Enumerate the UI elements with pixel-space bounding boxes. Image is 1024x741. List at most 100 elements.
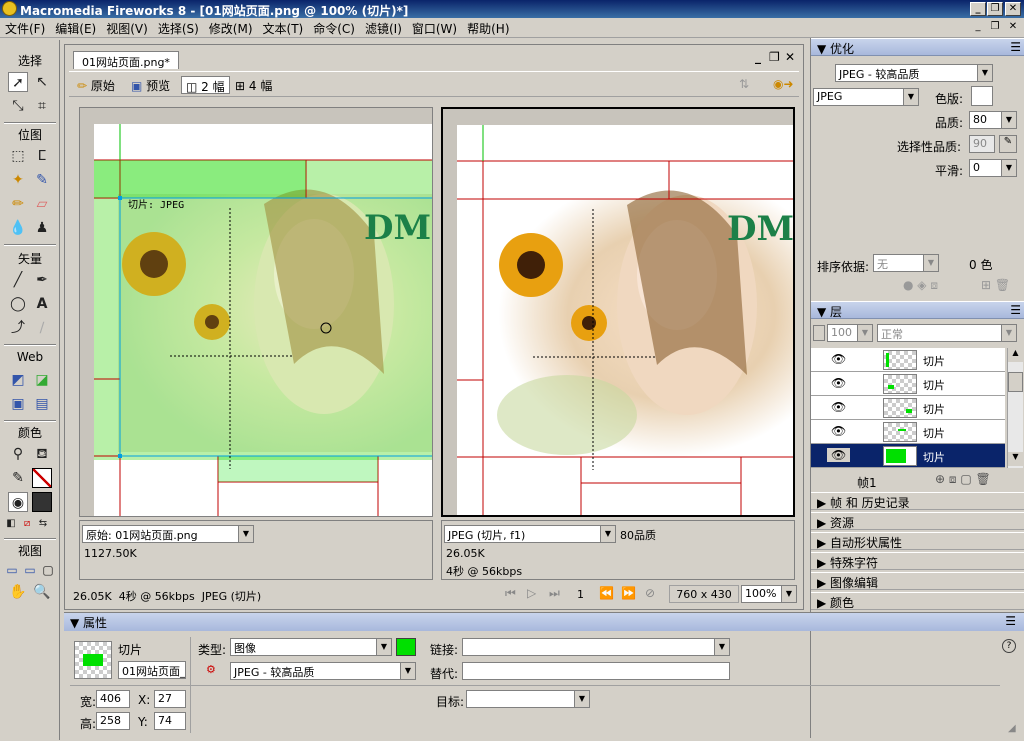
properties-header[interactable]: ▼ 属性 ☰ (64, 613, 1024, 631)
blend-mode-dropdown[interactable]: 正常 ▼ (877, 324, 1017, 342)
full-screen-menu-icon[interactable]: ▭ (22, 560, 38, 580)
eye-icon[interactable]: 👁 (831, 400, 846, 414)
zoom-dropdown[interactable]: 100% ▼ (741, 585, 797, 603)
export-preset-dropdown[interactable]: JPEG - 较高品质 ▼ (230, 662, 416, 680)
quality-input[interactable]: 80 ▼ (969, 111, 1017, 129)
layer-opacity-input[interactable]: 100 ▼ (827, 324, 873, 342)
eye-icon[interactable]: 👁 (831, 352, 846, 366)
link-input[interactable]: ▼ (462, 638, 730, 656)
optimize-format-dropdown[interactable]: JPEG ▼ (813, 88, 919, 106)
scroll-down-icon[interactable]: ▼ (1008, 452, 1023, 466)
panel-image-edit[interactable]: ▶ 图像编辑 (811, 572, 1024, 590)
first-frame-icon[interactable]: ⏮ (505, 586, 516, 601)
menu-help[interactable]: 帮助(H) (462, 18, 514, 39)
menu-window[interactable]: 窗口(W) (407, 18, 462, 39)
panel-special-chars[interactable]: ▶ 特殊字符 (811, 552, 1024, 570)
panel-colors[interactable]: ▶ 颜色 (811, 592, 1024, 610)
resize-grip-icon[interactable]: ◢ (1008, 723, 1016, 734)
rubber-stamp-tool-icon[interactable]: ♟ (32, 218, 52, 238)
layer-actions-icon[interactable]: ⊕ ⧈ ▢ 🗑 (935, 472, 991, 487)
layer-row[interactable]: 👁 切片 (811, 348, 1005, 372)
pen-tool-icon[interactable]: ✒ (32, 270, 52, 290)
alt-input[interactable] (462, 662, 730, 680)
stroke-color-swatch[interactable] (32, 468, 52, 488)
view-preview-button[interactable]: ▣ 预览 (127, 76, 174, 94)
props-menu-icon[interactable]: ☰ (1005, 614, 1016, 628)
layer-row-selected[interactable]: 👁 切片 (811, 444, 1005, 468)
view-original-button[interactable]: ✏ 原始 (73, 76, 119, 94)
standard-screen-icon[interactable]: ▭ (4, 560, 20, 580)
eye-icon[interactable]: 👁 (831, 376, 846, 390)
ellipse-tool-icon[interactable]: ◯ (8, 294, 28, 314)
eyedropper-tool-icon[interactable]: ⚲ (8, 444, 28, 464)
menu-commands[interactable]: 命令(C) (308, 18, 360, 39)
doc-close-button[interactable]: ✕ (1005, 20, 1021, 34)
fill-color-icon[interactable]: ◉ (8, 492, 28, 512)
menu-file[interactable]: 文件(F) (0, 18, 50, 39)
palette-buttons-icon[interactable]: ● ◈ ⧈ (903, 278, 938, 293)
menu-edit[interactable]: 编辑(E) (50, 18, 101, 39)
minimize-button[interactable]: _ (970, 2, 986, 16)
swap-colors-icon[interactable]: ⇆ (36, 514, 50, 534)
scale-tool-icon[interactable]: ⤡ (8, 96, 28, 116)
edit-selective-icon[interactable]: ✎ (999, 135, 1017, 153)
pointer-tool-icon[interactable]: ➚ (8, 72, 28, 92)
show-hotspots-icon[interactable]: ▤ (32, 394, 52, 414)
matte-swatch[interactable] (971, 86, 993, 106)
quick-export-icon[interactable]: ◉➜ (769, 76, 798, 94)
no-stroke-icon[interactable]: ⧄ (20, 514, 34, 534)
slice-tool-icon[interactable]: ◪ (32, 370, 52, 390)
target-dropdown[interactable]: ▼ (466, 690, 590, 708)
document-tab[interactable]: 01网站页面.png* (73, 51, 179, 69)
view-2up-button[interactable]: ◫ 2 幅 (181, 76, 230, 94)
slice-color-swatch[interactable] (396, 638, 416, 656)
layers-panel-header[interactable]: ▼ 层 ☰ (811, 301, 1024, 319)
menu-text[interactable]: 文本(T) (258, 18, 309, 39)
selective-quality-input[interactable]: 90 (969, 135, 995, 153)
brush-tool-icon[interactable]: ✎ (32, 170, 52, 190)
export-arrows-icon[interactable]: ⇅ (735, 76, 753, 94)
layer-row[interactable]: 👁 切片 (811, 396, 1005, 420)
layers-scrollbar[interactable]: ▲ ▼ (1007, 348, 1023, 468)
subselect-tool-icon[interactable]: ↖ (32, 72, 52, 92)
doc-close-icon[interactable]: ✕ (785, 50, 795, 64)
height-input[interactable]: 258 (96, 712, 130, 730)
crop-tool-icon[interactable]: ⌗ (32, 96, 52, 116)
hide-hotspots-icon[interactable]: ▣ (8, 394, 28, 414)
lasso-tool-icon[interactable]: ⵎ (32, 146, 52, 166)
eye-icon[interactable]: 👁 (831, 424, 846, 438)
help-icon[interactable]: ? (1002, 639, 1016, 653)
smoothing-dropdown[interactable]: 0 ▼ (969, 159, 1017, 177)
scroll-up-icon[interactable]: ▲ (1008, 348, 1023, 362)
knife-tool-icon[interactable]: ∕ (32, 318, 52, 338)
original-pane[interactable]: DM 切片: JPEG (79, 107, 433, 517)
menu-view[interactable]: 视图(V) (101, 18, 153, 39)
layers-menu-icon[interactable]: ☰ (1010, 303, 1021, 317)
layer-row[interactable]: 👁 切片 (811, 420, 1005, 444)
layer-row[interactable]: 👁 切片 (811, 372, 1005, 396)
stop-icon[interactable]: ⊘ (645, 586, 655, 600)
menu-select[interactable]: 选择(S) (153, 18, 204, 39)
hotspot-tool-icon[interactable]: ◩ (8, 370, 28, 390)
marquee-tool-icon[interactable]: ⬚ (8, 146, 28, 166)
preview-format-dropdown[interactable]: JPEG (切片, f1) ▼ (444, 525, 616, 543)
panel-menu-icon[interactable]: ☰ (1010, 40, 1021, 54)
doc-maximize-icon[interactable]: ❐ (769, 50, 780, 64)
paint-bucket-tool-icon[interactable]: ⛾ (32, 444, 52, 464)
restore-button[interactable]: ❐ (987, 2, 1003, 16)
x-input[interactable]: 27 (154, 690, 186, 708)
slice-name-input[interactable]: 01网站页面_ (118, 661, 186, 679)
y-input[interactable]: 74 (154, 712, 186, 730)
next-frame-icon[interactable]: ⏩ (621, 586, 636, 600)
palette-add-delete-icon[interactable]: ⊞ 🗑 (981, 278, 1010, 292)
sort-dropdown[interactable]: 无 ▼ (873, 254, 939, 272)
blur-tool-icon[interactable]: 💧 (8, 218, 28, 238)
freeform-tool-icon[interactable]: ⤴ (8, 318, 28, 338)
hand-tool-icon[interactable]: ✋ (8, 582, 28, 602)
view-4up-button[interactable]: ⊞ 4 幅 (231, 76, 276, 94)
close-button[interactable]: ✕ (1005, 2, 1021, 16)
optimize-preset-dropdown[interactable]: JPEG - 较高品质 ▼ (835, 64, 993, 82)
line-tool-icon[interactable]: ╱ (8, 270, 28, 290)
preview-pane[interactable]: DM (441, 107, 795, 517)
text-tool-icon[interactable]: A (32, 294, 52, 314)
